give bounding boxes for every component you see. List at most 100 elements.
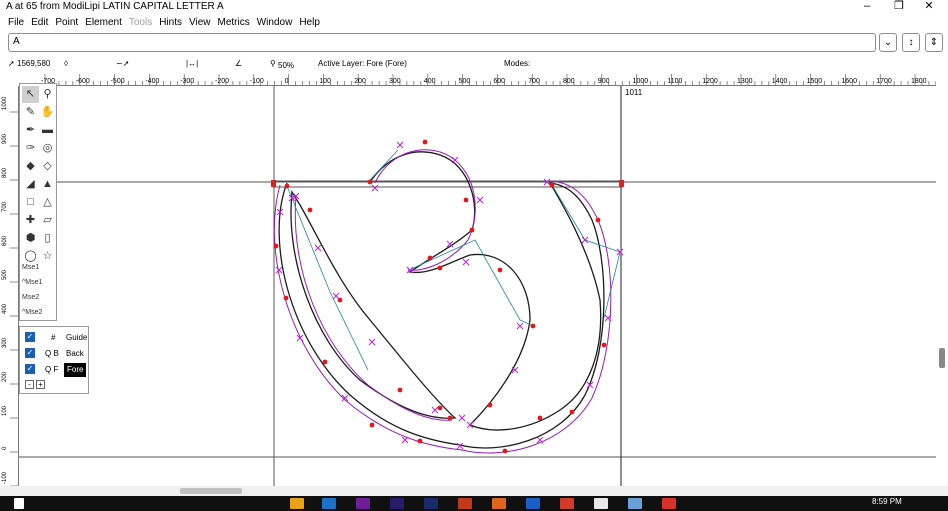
add-layer-button[interactable]: +	[36, 380, 45, 389]
curve-point[interactable]	[601, 342, 607, 348]
vertical-ruler[interactable]: 1000 900 800 700 600 500 400 300 200 100 0 -100	[0, 86, 19, 486]
ruler-tool-icon[interactable]: ▬	[39, 122, 56, 139]
control-point[interactable]	[368, 338, 376, 346]
start-icon[interactable]	[14, 498, 24, 509]
perspective-tool-icon[interactable]: ▯	[39, 230, 56, 247]
app-icon[interactable]	[662, 498, 676, 509]
curve-point[interactable]	[530, 323, 536, 329]
curve-point[interactable]	[569, 409, 575, 415]
spiro-tool-icon[interactable]: ◎	[39, 140, 56, 157]
glyph-inner-contour[interactable]	[290, 190, 457, 419]
hand-tool-icon[interactable]: ✋	[39, 104, 56, 121]
curve-point[interactable]	[549, 182, 555, 188]
control-point[interactable]	[516, 322, 524, 330]
star-tool-icon[interactable]: ☆	[39, 248, 56, 265]
pointer-tool-icon[interactable]: ↖	[22, 86, 39, 103]
close-button[interactable]: ✕	[914, 0, 944, 14]
app-icon[interactable]	[424, 498, 438, 509]
menu-element[interactable]: Element	[85, 14, 122, 31]
app-icon[interactable]	[290, 498, 304, 509]
remove-layer-button[interactable]: -	[25, 380, 34, 389]
curve-point[interactable]	[284, 183, 290, 189]
menu-file[interactable]: File	[8, 14, 24, 31]
curve-point[interactable]	[502, 448, 508, 454]
selection-handle-left[interactable]	[271, 180, 276, 187]
control-point[interactable]	[581, 236, 589, 244]
restore-button[interactable]: ❐	[884, 0, 914, 14]
app-icon[interactable]	[458, 498, 472, 509]
app-icon[interactable]	[560, 498, 574, 509]
dropdown-button[interactable]: ⌄	[879, 33, 897, 52]
curve-point[interactable]	[537, 415, 543, 421]
control-point[interactable]	[431, 406, 439, 414]
control-point[interactable]	[401, 436, 409, 444]
horizontal-ruler[interactable]: -700 -600 -500 -400 -300 -200 -100 0 100 200 300 40…	[19, 72, 936, 86]
control-point[interactable]	[332, 292, 340, 300]
control-point[interactable]	[396, 141, 404, 149]
layer-visible-checkbox[interactable]: ✓	[25, 348, 35, 358]
ellipse-tool-icon[interactable]: ◯	[22, 248, 39, 265]
menu-window[interactable]: Window	[257, 14, 293, 31]
menu-edit[interactable]: Edit	[31, 14, 48, 31]
flip-tool-icon[interactable]: △	[39, 194, 56, 211]
layer-visible-checkbox[interactable]: ✓	[25, 332, 35, 342]
app-icon[interactable]	[390, 498, 404, 509]
control-point[interactable]	[451, 156, 459, 164]
control-point[interactable]	[458, 414, 466, 422]
horizontal-scroll-thumb[interactable]	[180, 488, 242, 494]
control-point[interactable]	[371, 184, 379, 192]
app-icon[interactable]	[492, 498, 506, 509]
selection-handle-right[interactable]	[619, 180, 624, 187]
app-icon[interactable]	[526, 498, 540, 509]
menu-point[interactable]: Point	[55, 14, 78, 31]
curve-point-icon[interactable]: ◆	[22, 158, 39, 175]
curve-point[interactable]	[307, 207, 313, 213]
control-point[interactable]	[314, 244, 322, 252]
curve-point[interactable]	[283, 295, 289, 301]
control-point[interactable]	[462, 258, 470, 266]
vertical-scroll-thumb[interactable]	[939, 348, 945, 368]
app-icon[interactable]	[356, 498, 370, 509]
curve-point[interactable]	[437, 265, 443, 271]
curve-point[interactable]	[437, 405, 443, 411]
vertical-scrollbar[interactable]	[936, 72, 948, 486]
hvcurve-point-icon[interactable]: ◇	[39, 158, 56, 175]
curve-point[interactable]	[497, 267, 503, 273]
layer-row-back[interactable]: ✓ Q B Back	[23, 347, 89, 361]
glyph-name-input[interactable]: A	[8, 33, 876, 52]
minimize-button[interactable]: –	[852, 0, 882, 14]
curve-point[interactable]	[322, 359, 328, 365]
3d-rotate-tool-icon[interactable]: ⬢	[22, 230, 39, 247]
control-point[interactable]	[616, 248, 624, 256]
pencil-tool-icon[interactable]: ✎	[22, 104, 39, 121]
app-icon[interactable]	[322, 498, 336, 509]
step-button[interactable]: ↕	[902, 33, 920, 52]
curve-point[interactable]	[469, 227, 475, 233]
corner-point-icon[interactable]: ◢	[22, 176, 39, 193]
knife-tool-icon[interactable]: ✒	[22, 122, 39, 139]
layer-row-guide[interactable]: ✓ # Guide	[23, 331, 89, 345]
curve-point[interactable]	[397, 387, 403, 393]
step-button-2[interactable]: ⇕	[925, 33, 943, 52]
curve-point[interactable]	[422, 139, 428, 145]
menu-view[interactable]: View	[189, 14, 211, 31]
layer-row-fore[interactable]: ✓ Q F Fore	[23, 363, 89, 377]
curve-point[interactable]	[595, 217, 601, 223]
menu-tools[interactable]: Tools	[129, 14, 152, 31]
menu-metrics[interactable]: Metrics	[218, 14, 250, 31]
curve-point[interactable]	[447, 415, 453, 421]
app-icon[interactable]	[628, 498, 642, 509]
curve-point[interactable]	[273, 243, 279, 249]
horizontal-scrollbar[interactable]	[0, 486, 948, 496]
control-point[interactable]	[466, 421, 474, 429]
curve-point[interactable]	[427, 255, 433, 261]
glyph-canvas[interactable]: 1011	[19, 86, 936, 486]
skew-tool-icon[interactable]: ▱	[39, 212, 56, 229]
scale-tool-icon[interactable]: □	[22, 194, 39, 211]
menu-help[interactable]: Help	[299, 14, 320, 31]
menu-hints[interactable]: Hints	[159, 14, 182, 31]
magnify-tool-icon[interactable]: ⚲	[39, 86, 56, 103]
control-point[interactable]	[536, 436, 544, 444]
curve-point[interactable]	[463, 197, 469, 203]
curve-point[interactable]	[369, 422, 375, 428]
